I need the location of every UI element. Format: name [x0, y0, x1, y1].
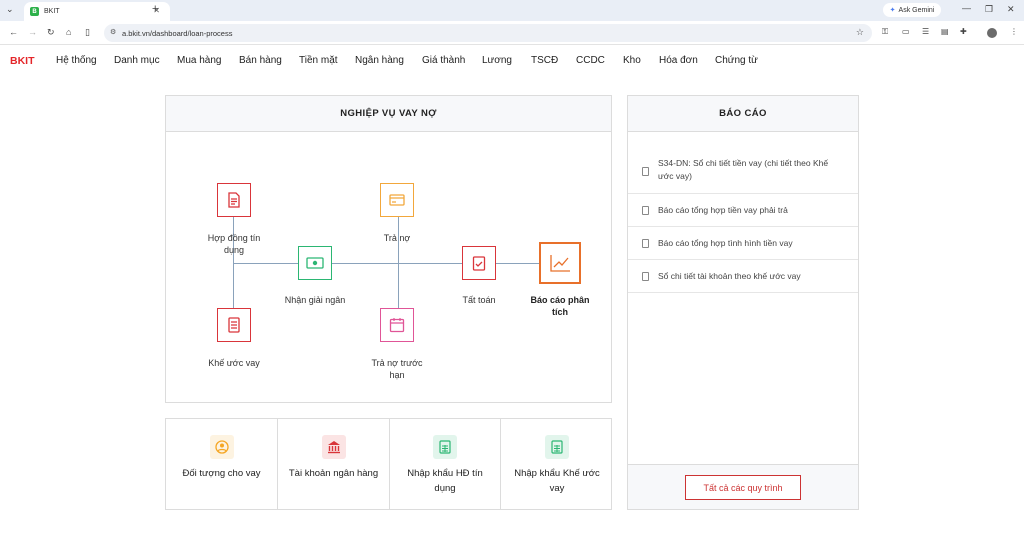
tab-search-icon[interactable]: ▤ — [941, 27, 949, 36]
menu-ban-hang[interactable]: Bán hàng — [239, 55, 282, 66]
reports-panel: BÁO CÁO S34-DN: Sổ chi tiết tiền vay (ch… — [627, 95, 859, 510]
tab-list-icon[interactable]: ⌄ — [6, 4, 14, 15]
document-icon — [642, 206, 649, 215]
node-label: Hợp đồng tín dụng — [207, 233, 261, 255]
report-item-label: Báo cáo tổng hợp tình hình tiền vay — [658, 238, 793, 248]
brand-logo[interactable]: BKIT — [10, 55, 35, 67]
card-doi-tuong-cho-vay[interactable]: Đối tượng cho vay — [166, 419, 278, 509]
document-icon — [642, 272, 649, 281]
document-icon — [228, 317, 240, 333]
menu-hoa-don[interactable]: Hóa đơn — [659, 55, 698, 66]
menu-gia-thanh[interactable]: Giá thành — [422, 55, 465, 66]
back-icon[interactable]: ← — [9, 27, 18, 37]
loan-process-panel: NGHIỆP VỤ VAY NỢ Hợp đồng tín dụng Trả n… — [165, 95, 612, 403]
browser-toolbar: ← → ↻ ⌂ ▯ ⚙ a.bkit.vn/dashboard/loan-pro… — [0, 21, 1024, 45]
close-window-icon[interactable]: ✕ — [1007, 4, 1015, 15]
spreadsheet-icon — [545, 435, 569, 459]
node-label: Báo cáo phân tích — [530, 295, 590, 317]
address-bar[interactable]: ⚙ a.bkit.vn/dashboard/loan-process ☆ — [104, 24, 872, 42]
reload-icon[interactable]: ↻ — [47, 27, 55, 38]
menu-he-thong[interactable]: Hệ thống — [56, 55, 97, 66]
node-nhan-giai-ngan[interactable] — [298, 246, 332, 280]
reports-panel-title: BÁO CÁO — [628, 96, 858, 132]
ask-gemini-button[interactable]: ✦ Ask Gemini — [883, 3, 941, 17]
card-label: Đối tượng cho vay — [182, 468, 261, 479]
document-icon — [642, 239, 649, 248]
menu-tien-mat[interactable]: Tiền mặt — [299, 55, 338, 66]
card-tai-khoan-ngan-hang[interactable]: Tài khoản ngân hàng — [278, 419, 390, 509]
document-icon — [642, 167, 649, 176]
report-item[interactable]: Báo cáo tổng hợp tình hình tiền vay — [628, 227, 858, 260]
connector-line — [398, 216, 399, 310]
checklist-icon — [472, 256, 486, 271]
node-label: Nhận giải ngân — [284, 295, 346, 305]
node-tat-toan[interactable] — [462, 246, 496, 280]
spreadsheet-icon — [433, 435, 457, 459]
minimize-icon[interactable]: — — [962, 3, 971, 13]
favicon-icon: B — [30, 7, 39, 16]
card-nhap-khau-hd-tin-dung[interactable]: Nhập khẩu HĐ tín dụng — [390, 419, 501, 509]
sidebar-toggle-icon[interactable]: ▯ — [85, 27, 90, 38]
credit-card-icon — [389, 194, 405, 206]
node-tra-no-truoc-han[interactable] — [380, 308, 414, 342]
menu-ccdc[interactable]: CCDC — [576, 55, 605, 66]
browser-tab-bar: ⌄ B BKIT ✕ + ✦ Ask Gemini — ❐ ✕ — [0, 0, 1024, 21]
card-label: Nhập khẩu Khế ước vay — [514, 468, 600, 494]
report-item[interactable]: Sổ chi tiết tài khoản theo khế ước vay — [628, 260, 858, 293]
gemini-icon: ✦ — [889, 7, 896, 14]
menu-kho[interactable]: Kho — [623, 55, 641, 66]
card-icon[interactable]: ▭ — [902, 27, 910, 36]
app-main-nav: BKIT Hệ thống Danh mục Mua hàng Bán hàng… — [0, 46, 1024, 76]
card-label: Tài khoản ngân hàng — [288, 468, 379, 479]
user-circle-icon — [209, 435, 234, 459]
url-text: a.bkit.vn/dashboard/loan-process — [122, 28, 233, 38]
browser-menu-icon[interactable]: ⋮ — [1010, 27, 1018, 36]
card-label: Nhập khẩu HĐ tín dụng — [407, 468, 483, 494]
extension-key-icon[interactable]: ⚿ — [882, 27, 888, 37]
menu-chung-tu[interactable]: Chứng từ — [715, 55, 758, 66]
bookmark-star-icon[interactable]: ☆ — [856, 27, 864, 38]
node-khe-uoc-vay[interactable] — [217, 308, 251, 342]
menu-mua-hang[interactable]: Mua hàng — [177, 55, 221, 66]
bank-icon — [321, 435, 346, 459]
connector-line — [233, 216, 234, 310]
gemini-label: Ask Gemini — [898, 6, 935, 14]
reading-list-icon[interactable]: ☰ — [922, 27, 929, 36]
node-label: Trả nợ — [383, 233, 411, 243]
shortcut-cards: Đối tượng cho vay Tài khoản ngân hàng Nh… — [165, 418, 612, 510]
tab-title: BKIT — [44, 8, 60, 15]
forward-icon[interactable]: → — [28, 27, 37, 37]
site-info-icon[interactable]: ⚙ — [110, 28, 116, 36]
cash-icon — [306, 257, 324, 269]
node-hop-dong-tin-dung[interactable] — [217, 183, 251, 217]
home-icon[interactable]: ⌂ — [66, 27, 71, 37]
profile-avatar-icon[interactable] — [987, 28, 997, 38]
node-label: Trả nợ trước hạn — [371, 358, 423, 380]
all-processes-button[interactable]: Tất cả các quy trình — [685, 475, 801, 500]
process-panel-title: NGHIỆP VỤ VAY NỢ — [166, 96, 611, 132]
new-tab-icon[interactable]: + — [152, 3, 158, 15]
calendar-icon — [389, 318, 405, 333]
node-label: Tất toán — [462, 295, 496, 305]
menu-danh-muc[interactable]: Danh mục — [114, 55, 160, 66]
browser-tab[interactable]: B BKIT ✕ — [24, 2, 170, 21]
card-nhap-khau-khe-uoc-vay[interactable]: Nhập khẩu Khế ước vay — [501, 419, 613, 509]
report-item-label: Báo cáo tổng hợp tiền vay phải trả — [658, 205, 788, 215]
menu-luong[interactable]: Lương — [482, 55, 512, 66]
menu-tscd[interactable]: TSCĐ — [531, 55, 558, 66]
report-item-label: S34-DN: Sổ chi tiết tiền vay (chi tiết t… — [658, 158, 829, 181]
menu-ngan-hang[interactable]: Ngân hàng — [355, 55, 404, 66]
report-item[interactable]: S34-DN: Sổ chi tiết tiền vay (chi tiết t… — [628, 154, 858, 194]
report-item[interactable]: Báo cáo tổng hợp tiền vay phải trả — [628, 194, 858, 227]
node-label: Khế ước vay — [208, 358, 260, 368]
document-icon — [228, 192, 240, 208]
report-item-label: Sổ chi tiết tài khoản theo khế ước vay — [658, 271, 801, 281]
line-chart-icon — [550, 255, 570, 272]
node-bao-cao-phan-tich[interactable] — [539, 242, 581, 284]
restore-icon[interactable]: ❐ — [985, 4, 993, 15]
node-tra-no[interactable] — [380, 183, 414, 217]
reports-footer: Tất cả các quy trình — [628, 464, 858, 509]
extensions-icon[interactable]: ✚ — [960, 27, 967, 36]
